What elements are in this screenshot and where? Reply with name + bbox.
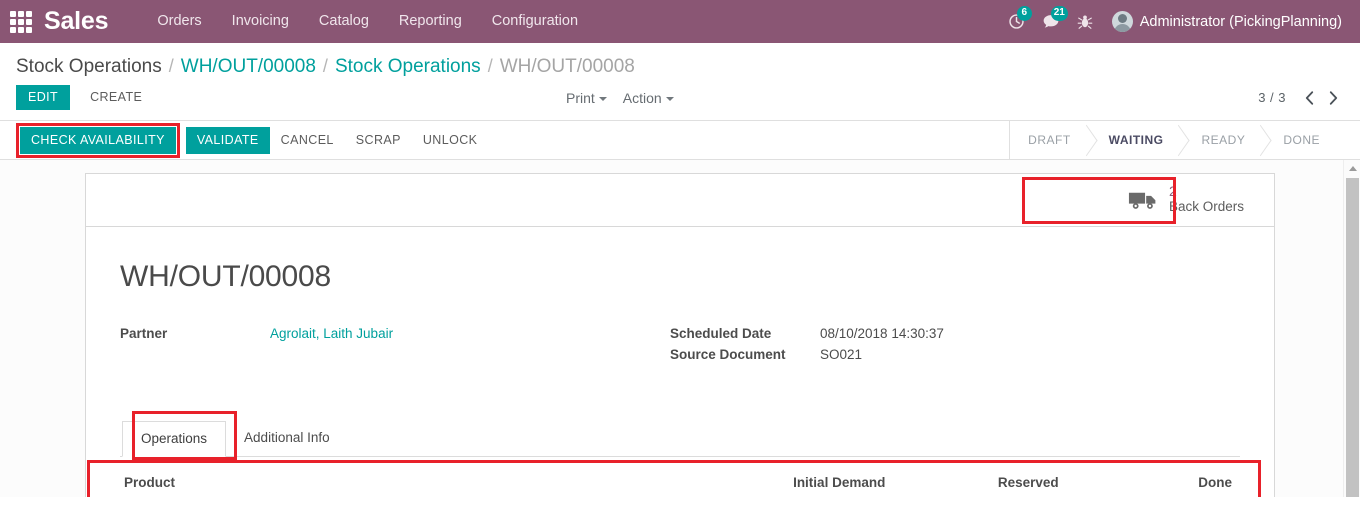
field-partner: Partner Agrolait, Laith Jubair <box>120 326 670 341</box>
page-title: WH/OUT/00008 <box>120 260 331 293</box>
operations-table: Product Initial Demand Reserved Done [CA… <box>120 469 1240 497</box>
action-label: Action <box>622 89 662 106</box>
stat-text-group: 2 Back Orders <box>1169 184 1244 215</box>
control-panel: EDIT CREATE Print Action 3 / 3 <box>0 78 1360 120</box>
menu-catalog[interactable]: Catalog <box>304 0 384 43</box>
menu-invoicing[interactable]: Invoicing <box>217 0 304 43</box>
sheet-body: WH/OUT/00008 Partner Agrolait, Laith Jub… <box>86 227 1274 497</box>
breadcrumb-item-current: WH/OUT/00008 <box>499 56 635 77</box>
check-availability-highlight: CHECK AVAILABILITY <box>16 122 180 158</box>
debug-menu[interactable] <box>1068 0 1102 43</box>
stage-ready[interactable]: READY <box>1179 121 1261 159</box>
messages-badge: 21 <box>1050 6 1068 21</box>
top-navbar: Sales Orders Invoicing Catalog Reporting… <box>0 0 1360 43</box>
fields-column-right: Scheduled Date 08/10/2018 14:30:37 Sourc… <box>670 326 1240 368</box>
activities-menu[interactable]: 6 <box>1000 0 1034 43</box>
print-dropdown[interactable]: Print <box>566 90 607 106</box>
stage-done[interactable]: DONE <box>1261 121 1336 159</box>
scrollbar-thumb[interactable] <box>1346 178 1359 497</box>
bug-icon <box>1077 15 1093 29</box>
user-name-label: Administrator (PickingPlanning) <box>1139 13 1342 30</box>
column-header-initial-demand[interactable]: Initial Demand <box>720 469 894 497</box>
print-label: Print <box>566 89 595 106</box>
breadcrumb-separator: / <box>487 56 493 76</box>
field-scheduled-date: Scheduled Date 08/10/2018 14:30:37 <box>670 326 1240 341</box>
column-header-done[interactable]: Done <box>1066 469 1240 497</box>
chevron-down-icon <box>598 96 607 101</box>
triangle-up-icon <box>1348 165 1357 171</box>
navbar-right-tools: 6 21 Administrator (PickingPlanning) <box>1000 0 1348 43</box>
field-partner-value[interactable]: Agrolait, Laith Jubair <box>270 326 393 341</box>
vertical-scrollbar[interactable] <box>1343 160 1360 497</box>
breadcrumb-item-2[interactable]: Stock Operations <box>335 56 481 78</box>
create-button[interactable]: CREATE <box>80 85 152 110</box>
form-content-area: 2 Back Orders WH/OUT/00008 Partner Agrol… <box>0 160 1360 497</box>
control-panel-dropdowns: Print Action <box>566 90 674 106</box>
tab-additional-info[interactable]: Additional Info <box>226 421 348 457</box>
operations-table-wrap: Product Initial Demand Reserved Done [CA… <box>87 457 1261 497</box>
menu-orders[interactable]: Orders <box>142 0 216 43</box>
apps-grid-icon[interactable] <box>8 9 34 35</box>
stat-button-bar: 2 Back Orders <box>86 174 1274 227</box>
field-source-document-value: SO021 <box>820 347 863 362</box>
record-sheet: 2 Back Orders WH/OUT/00008 Partner Agrol… <box>85 173 1275 497</box>
action-dropdown[interactable]: Action <box>623 90 674 106</box>
unlock-button[interactable]: UNLOCK <box>412 127 489 154</box>
validate-button[interactable]: VALIDATE <box>185 126 270 154</box>
stage-draft[interactable]: DRAFT <box>1010 121 1087 159</box>
table-head: Product Initial Demand Reserved Done <box>120 469 1240 497</box>
app-brand-title[interactable]: Sales <box>44 9 109 34</box>
menu-reporting[interactable]: Reporting <box>384 0 477 43</box>
notebook: Operations Additional Info Product Initi… <box>87 411 1261 497</box>
chevron-left-icon <box>1305 90 1313 105</box>
breadcrumb-item-1[interactable]: WH/OUT/00008 <box>181 56 316 78</box>
fields-column-left: Partner Agrolait, Laith Jubair <box>120 326 670 368</box>
status-bar: CHECK AVAILABILITY VALIDATE CANCEL SCRAP… <box>0 120 1360 160</box>
field-source-document: Source Document SO021 <box>670 347 1240 362</box>
breadcrumb-item-0[interactable]: Stock Operations <box>16 56 162 78</box>
pager-next-button[interactable] <box>1322 86 1344 110</box>
field-scheduled-date-value: 08/10/2018 14:30:37 <box>820 326 944 341</box>
notebook-tabs: Operations Additional Info <box>120 411 1240 460</box>
column-header-product[interactable]: Product <box>120 469 720 497</box>
breadcrumb-separator: / <box>322 56 328 76</box>
chevron-right-icon <box>1329 90 1337 105</box>
breadcrumb: Stock Operations / WH/OUT/00008 / Stock … <box>0 43 1360 78</box>
status-pipeline: DRAFT WAITING READY DONE <box>1009 121 1360 159</box>
messages-menu[interactable]: 21 <box>1034 0 1068 43</box>
field-scheduled-date-label: Scheduled Date <box>670 326 772 341</box>
check-availability-button[interactable]: CHECK AVAILABILITY <box>20 126 176 154</box>
pager-count: 3 / 3 <box>1258 90 1286 105</box>
back-orders-label: Back Orders <box>1168 199 1244 214</box>
column-header-reserved[interactable]: Reserved <box>893 469 1067 497</box>
avatar-icon <box>1111 11 1133 32</box>
field-partner-label: Partner <box>120 326 168 341</box>
activities-badge: 6 <box>1016 6 1032 21</box>
tab-operations[interactable]: Operations <box>122 421 227 457</box>
chevron-down-icon <box>665 96 674 101</box>
pager-previous-button[interactable] <box>1298 86 1320 110</box>
pager: 3 / 3 <box>1258 86 1344 110</box>
back-orders-stat-button[interactable]: 2 Back Orders <box>1118 177 1258 222</box>
fields-group: Partner Agrolait, Laith Jubair Scheduled… <box>120 326 1240 368</box>
cancel-button[interactable]: CANCEL <box>270 127 345 154</box>
truck-icon <box>1128 192 1156 209</box>
table-header-row: Product Initial Demand Reserved Done <box>120 469 1240 497</box>
menu-configuration[interactable]: Configuration <box>477 0 593 43</box>
stage-waiting[interactable]: WAITING <box>1087 121 1180 159</box>
scroll-up-button[interactable] <box>1344 160 1360 176</box>
back-orders-count: 2 <box>1168 183 1177 199</box>
user-menu[interactable]: Administrator (PickingPlanning) <box>1102 11 1348 32</box>
edit-button[interactable]: EDIT <box>16 85 71 110</box>
scrap-button[interactable]: SCRAP <box>345 127 412 154</box>
breadcrumb-separator: / <box>168 56 174 76</box>
field-source-document-label: Source Document <box>670 347 786 362</box>
